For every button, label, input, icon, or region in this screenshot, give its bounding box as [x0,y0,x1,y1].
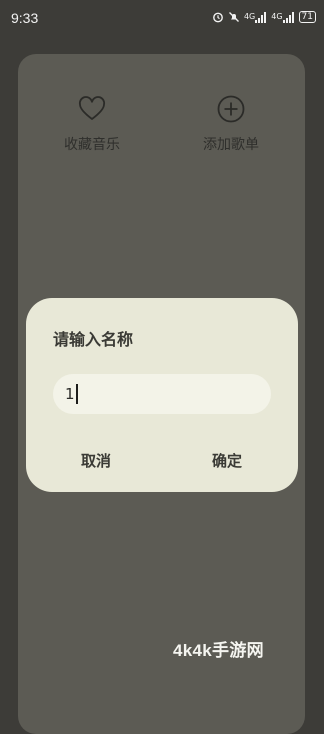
dialog-title: 请输入名称 [53,330,134,349]
name-input[interactable]: 1 [53,374,271,414]
network-type-label: 4G [271,12,283,21]
favorite-music-button[interactable]: 收藏音乐 [42,94,142,154]
watermark: 4k4k手游网 [173,641,264,660]
confirm-button[interactable]: 确定 [212,450,242,471]
mute-icon [228,11,240,23]
plus-circle-icon [217,95,245,123]
add-playlist-button[interactable]: 添加歌单 [181,94,281,154]
status-bar: 9:33 4G 4G 71 [0,0,324,36]
heart-icon [78,96,106,120]
battery-level: 71 [301,12,313,22]
alarm-icon [212,11,224,23]
signal-icon: 4G [271,11,294,23]
favorite-music-label: 收藏音乐 [64,137,120,153]
status-time: 9:33 [11,10,39,26]
add-playlist-label: 添加歌单 [203,137,259,153]
network-type-label: 4G [243,12,256,21]
signal-icon: 4G [243,11,267,23]
name-input-value: 1 [65,385,75,403]
name-dialog: 请输入名称 1 取消 确定 [26,298,298,492]
cancel-button[interactable]: 取消 [81,450,111,471]
status-icons: 4G 4G 71 [212,11,316,23]
text-cursor [75,384,78,404]
battery-icon: 71 [298,11,316,23]
